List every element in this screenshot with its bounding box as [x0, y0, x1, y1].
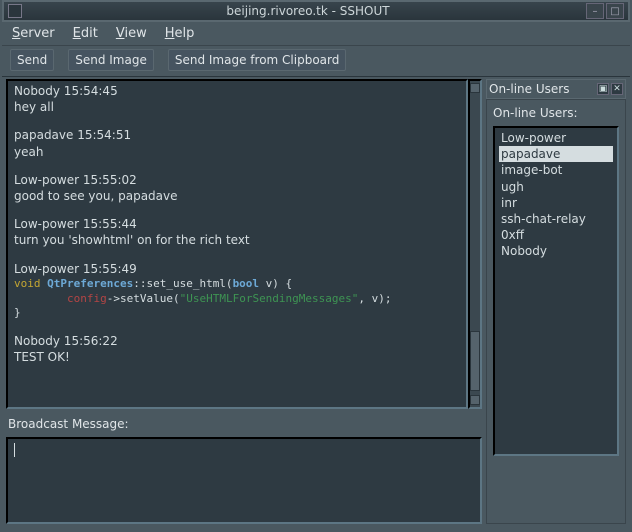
toolbar: Send Send Image Send Image from Clipboar…: [2, 46, 630, 77]
scroll-down-icon[interactable]: [470, 395, 480, 405]
broadcast-input[interactable]: [15, 443, 474, 518]
maximize-button[interactable]: □: [606, 3, 624, 19]
users-panel-title: On-line Users: [489, 82, 569, 96]
send-button[interactable]: Send: [10, 49, 54, 71]
user-list-item[interactable]: 0xff: [499, 227, 613, 243]
user-list-item[interactable]: Nobody: [499, 243, 613, 259]
user-list-item[interactable]: image-bot: [499, 162, 613, 178]
send-image-clipboard-button[interactable]: Send Image from Clipboard: [168, 49, 347, 71]
user-list-item[interactable]: inr: [499, 195, 613, 211]
app-icon: [8, 4, 22, 18]
broadcast-label: Broadcast Message:: [6, 415, 482, 431]
panel-detach-icon[interactable]: ▣: [597, 83, 609, 95]
menubar: Server Edit View Help: [2, 22, 630, 46]
scroll-up-icon[interactable]: [470, 83, 480, 93]
titlebar: beijing.rivoreo.tk - SSHOUT – □: [2, 0, 630, 22]
user-list-item[interactable]: ugh: [499, 179, 613, 195]
users-list: Low-powerpapadaveimage-botughinrssh-chat…: [493, 126, 619, 456]
user-list-item[interactable]: Low-power: [499, 130, 613, 146]
menu-edit[interactable]: Edit: [73, 26, 98, 41]
user-list-item[interactable]: ssh-chat-relay: [499, 211, 613, 227]
chat-scrollbar[interactable]: [468, 79, 482, 409]
menu-help[interactable]: Help: [165, 26, 195, 41]
menu-view[interactable]: View: [116, 26, 147, 41]
chat-message: Low-power 15:55:02good to see you, papad…: [14, 172, 460, 204]
menu-server[interactable]: Server: [12, 26, 55, 41]
users-inner-label: On-line Users:: [493, 106, 619, 120]
user-list-item[interactable]: papadave: [499, 146, 613, 162]
users-panel-header: On-line Users ▣ ✕: [486, 79, 626, 99]
minimize-button[interactable]: –: [586, 3, 604, 19]
chat-message: Nobody 15:56:22TEST OK!: [14, 333, 460, 365]
scroll-thumb[interactable]: [470, 331, 480, 391]
chat-message: Low-power 15:55:44turn you 'showhtml' on…: [14, 216, 460, 248]
chat-message: Nobody 15:54:45hey all: [14, 83, 460, 115]
send-image-button[interactable]: Send Image: [68, 49, 154, 71]
panel-close-icon[interactable]: ✕: [611, 83, 623, 95]
chat-log: Nobody 15:54:45hey all papadave 15:54:51y…: [6, 79, 468, 409]
window-title: beijing.rivoreo.tk - SSHOUT: [30, 4, 586, 18]
chat-message: papadave 15:54:51yeah: [14, 127, 460, 159]
chat-message-code: Low-power 15:55:49void QtPreferences::se…: [14, 261, 460, 322]
